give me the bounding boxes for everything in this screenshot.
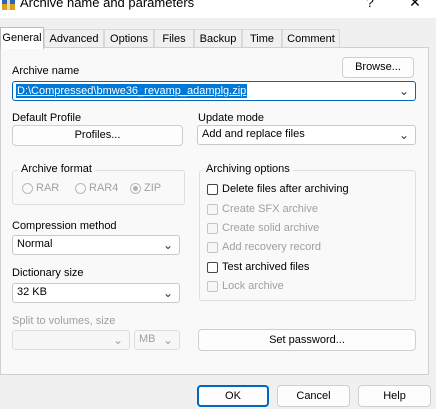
delete-files-label: Delete files after archiving [222,183,349,195]
set-password-button[interactable]: Set password... [198,329,416,351]
chevron-down-icon[interactable]: ⌄ [399,84,409,98]
chevron-down-icon: ⌄ [162,238,173,252]
recovery-record-checkbox[interactable] [207,242,218,253]
tab-options[interactable]: Options [104,29,154,48]
compression-method-value: Normal [17,238,53,250]
ok-button[interactable]: OK [197,385,269,407]
close-icon[interactable]: ✕ [400,0,430,11]
window-title: Archive name and parameters [20,0,195,10]
title-bar: Archive name and parameters ? ✕ [0,0,436,18]
radio-zip[interactable] [130,183,141,194]
update-mode-label: Update mode [198,112,265,124]
compression-method-select[interactable]: Normal ⌄ [12,235,180,255]
radio-rar4-label: RAR4 [89,182,119,194]
lock-archive-label: Lock archive [222,280,284,292]
dictionary-size-label: Dictionary size [12,267,84,279]
help-titlebar-button[interactable]: ? [355,0,385,10]
browse-button[interactable]: Browse... [342,57,414,78]
archive-name-value: D:\Compressed\bmwe36_revamp_adamplg.zip [16,84,248,98]
tab-advanced[interactable]: Advanced [44,29,104,48]
update-mode-select[interactable]: Add and replace files ⌄ [197,125,416,145]
lock-archive-checkbox[interactable] [207,281,218,292]
radio-rar4[interactable] [75,183,86,194]
chevron-down-icon: ⌄ [112,333,123,347]
archive-format-label: Archive format [18,163,95,175]
archiving-options-label: Archiving options [203,163,293,175]
create-solid-checkbox[interactable] [207,223,218,234]
tab-time[interactable]: Time [242,29,282,48]
test-files-checkbox[interactable] [207,262,218,273]
split-unit-value: MB [139,333,156,345]
radio-rar[interactable] [22,183,33,194]
cancel-button[interactable]: Cancel [277,385,350,407]
chevron-down-icon: ⌄ [398,128,409,142]
radio-rar-label: RAR [36,182,60,194]
chevron-down-icon: ⌄ [162,286,173,300]
chevron-down-icon: ⌄ [162,333,173,347]
split-unit-select[interactable]: MB ⌄ [134,330,180,350]
tab-backup[interactable]: Backup [194,29,242,48]
split-volumes-input[interactable]: ⌄ [12,330,130,350]
default-profile-label: Default Profile [12,112,82,124]
radio-zip-label: ZIP [144,182,162,194]
tab-files[interactable]: Files [154,29,194,48]
test-files-label: Test archived files [222,261,310,273]
winrar-app-icon [2,0,15,10]
dictionary-size-value: 32 KB [17,286,47,298]
tab-general[interactable]: General [0,27,44,49]
split-volumes-label: Split to volumes, size [12,315,116,327]
help-button[interactable]: Help [358,385,431,407]
archive-name-input[interactable]: D:\Compressed\bmwe36_revamp_adamplg.zip … [12,81,416,101]
create-solid-label: Create solid archive [222,222,320,234]
recovery-record-label: Add recovery record [222,241,322,253]
tab-comment[interactable]: Comment [282,29,340,48]
compression-method-label: Compression method [12,220,117,232]
profiles-button[interactable]: Profiles... [12,125,183,146]
update-mode-value: Add and replace files [202,128,305,140]
delete-files-checkbox[interactable] [207,184,218,195]
create-sfx-checkbox[interactable] [207,204,218,215]
archive-name-label: Archive name [12,65,80,77]
create-sfx-label: Create SFX archive [222,203,318,215]
dictionary-size-select[interactable]: 32 KB ⌄ [12,283,180,303]
